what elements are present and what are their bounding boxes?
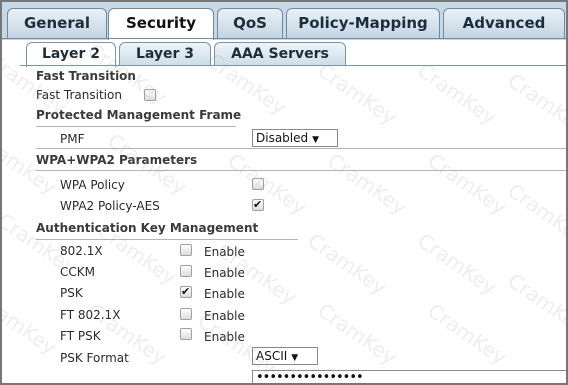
watermark-text: CramKey bbox=[423, 298, 511, 370]
tab-policy-mapping[interactable]: Policy-Mapping bbox=[286, 8, 440, 38]
psk-format-label: PSK Format bbox=[60, 351, 129, 365]
fast-transition-checkbox[interactable] bbox=[144, 89, 156, 101]
subtab-aaa-servers[interactable]: AAA Servers bbox=[214, 42, 346, 66]
akm-802-1x-label: 802.1X bbox=[60, 244, 103, 258]
akm-ft-802-1x-checkbox[interactable] bbox=[180, 308, 192, 320]
wpa2-aes-label: WPA2 Policy-AES bbox=[60, 199, 160, 213]
tab-security[interactable]: Security bbox=[108, 8, 214, 40]
watermark-text: CramKey bbox=[423, 148, 511, 220]
wpa-policy-label: WPA Policy bbox=[60, 178, 125, 192]
pmf-select-value: Disabled bbox=[256, 131, 309, 145]
section-rule bbox=[36, 170, 566, 171]
tab-qos[interactable]: QoS bbox=[217, 8, 283, 38]
chevron-down-icon: ▼ bbox=[312, 135, 320, 145]
akm-ft-psk-checkbox[interactable] bbox=[180, 328, 192, 340]
akm-ft-802-1x-enable: Enable bbox=[204, 309, 245, 323]
watermark-text: CramKey bbox=[503, 68, 568, 140]
wpa2-aes-checkbox[interactable] bbox=[252, 199, 264, 211]
akm-802-1x-checkbox[interactable] bbox=[180, 244, 192, 256]
akm-ft-psk-enable: Enable bbox=[204, 330, 245, 344]
akm-psk-label: PSK bbox=[60, 286, 83, 300]
tab-bar-divider bbox=[2, 38, 566, 39]
watermark-text: CramKey bbox=[413, 228, 501, 300]
watermark-text: CramKey bbox=[223, 148, 311, 220]
fast-transition-label: Fast Transition bbox=[36, 88, 122, 102]
psk-passphrase-input[interactable]: •••••••••••••••• bbox=[252, 370, 566, 383]
subtab-layer3[interactable]: Layer 3 bbox=[119, 42, 211, 66]
pmf-select[interactable]: Disabled ▼ bbox=[252, 129, 338, 147]
akm-cckm-enable: Enable bbox=[204, 266, 245, 280]
pmf-heading: Protected Management Frame bbox=[36, 108, 242, 122]
wpa-heading: WPA+WPA2 Parameters bbox=[36, 153, 198, 167]
section-rule bbox=[36, 239, 298, 240]
watermark-text: CramKey bbox=[323, 148, 411, 220]
watermark-text: CramKey bbox=[313, 298, 401, 370]
section-rule bbox=[36, 126, 236, 127]
akm-cckm-checkbox[interactable] bbox=[180, 265, 192, 277]
fast-transition-heading: Fast Transition bbox=[36, 69, 136, 83]
akm-ft-psk-label: FT PSK bbox=[60, 329, 101, 343]
psk-format-value: ASCII bbox=[256, 349, 288, 363]
tab-advanced[interactable]: Advanced bbox=[443, 8, 565, 38]
akm-heading: Authentication Key Management bbox=[36, 221, 259, 235]
tab-general[interactable]: General bbox=[7, 8, 107, 38]
watermark-text: CramKey bbox=[2, 288, 61, 360]
chevron-down-icon: ▼ bbox=[291, 353, 299, 363]
wlan-security-panel: General Security QoS Policy-Mapping Adva… bbox=[0, 0, 568, 385]
akm-psk-enable: Enable bbox=[204, 287, 245, 301]
akm-psk-checkbox[interactable] bbox=[180, 286, 192, 298]
psk-format-select[interactable]: ASCII ▼ bbox=[252, 347, 318, 365]
pmf-label: PMF bbox=[60, 132, 85, 146]
sub-tab-bar: Layer 2 Layer 3 AAA Servers bbox=[20, 40, 566, 67]
akm-ft-802-1x-label: FT 802.1X bbox=[60, 308, 121, 322]
watermark-text: CramKey bbox=[313, 58, 401, 130]
top-tab-bar: General Security QoS Policy-Mapping Adva… bbox=[2, 2, 566, 40]
sub-tab-divider bbox=[20, 65, 566, 66]
section-rule bbox=[36, 148, 566, 149]
watermark-text: CramKey bbox=[503, 178, 568, 250]
akm-802-1x-enable: Enable bbox=[204, 245, 245, 259]
watermark-text: CramKey bbox=[303, 228, 391, 300]
subtab-layer2[interactable]: Layer 2 bbox=[26, 42, 116, 67]
watermark-text: CramKey bbox=[503, 268, 568, 340]
wpa-policy-checkbox[interactable] bbox=[252, 178, 264, 190]
akm-cckm-label: CCKM bbox=[60, 265, 95, 279]
watermark-text: CramKey bbox=[413, 58, 501, 130]
